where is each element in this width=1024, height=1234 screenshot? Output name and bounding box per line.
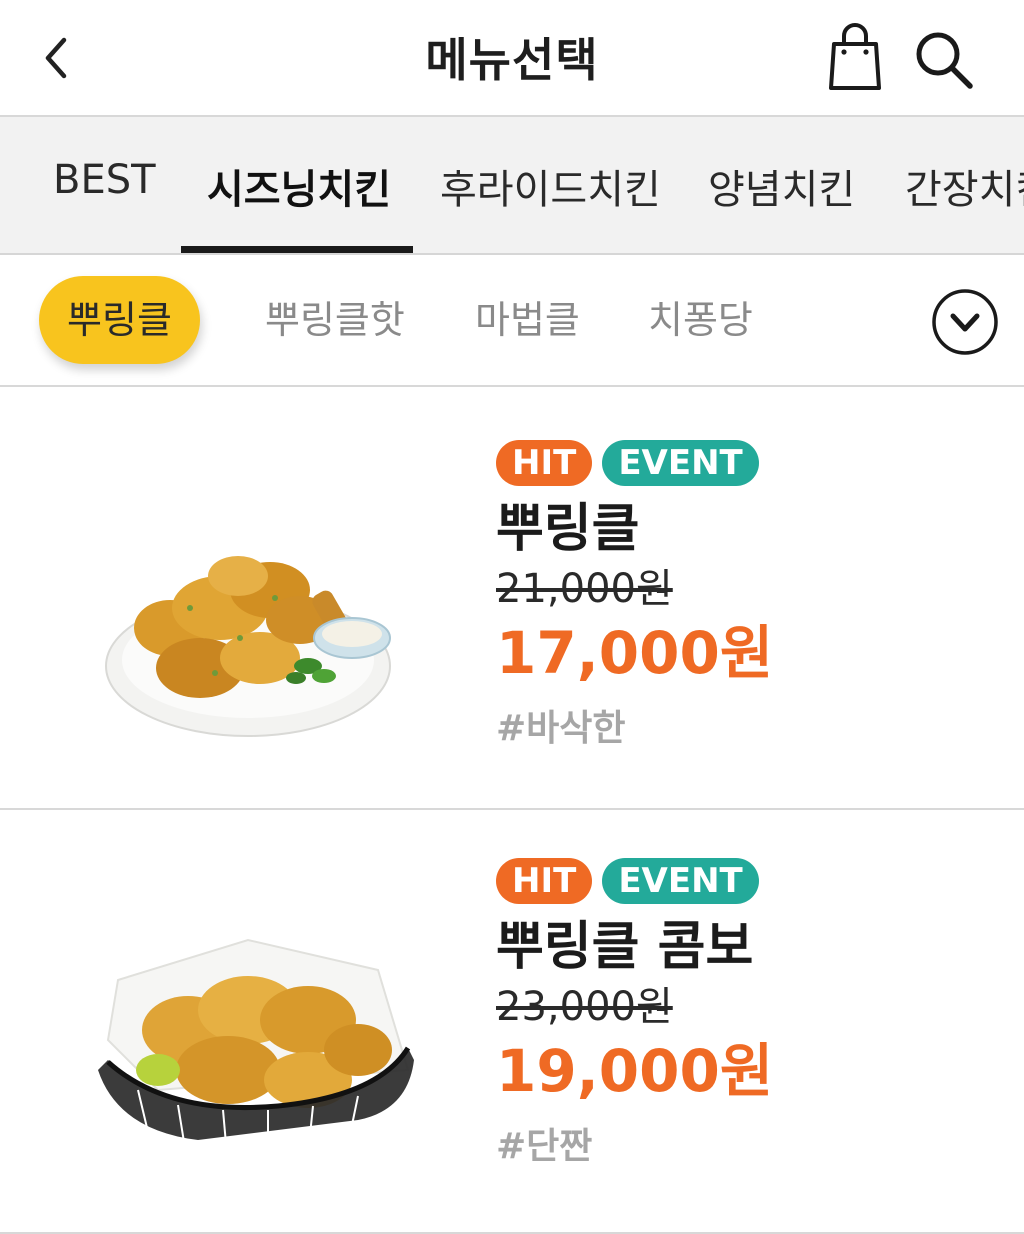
chevron-down-circle-icon: [932, 289, 998, 355]
original-price: 23,000원: [496, 984, 673, 1030]
sale-price: 17,000원: [496, 619, 774, 687]
product-card[interactable]: HIT EVENT 뿌링클 콤보 23,000원 19,000원 #단짠: [0, 812, 1024, 1234]
product-name: 뿌링클: [496, 499, 640, 559]
chip-chipongdang[interactable]: 치퐁당: [648, 276, 753, 364]
tab-yangnyeom-chicken[interactable]: 양념치킨: [708, 157, 855, 215]
tab-soy-chicken[interactable]: 간장치킨: [905, 157, 1024, 215]
event-badge: EVENT: [602, 858, 759, 904]
chip-puringkle-hot[interactable]: 뿌링클핫: [265, 276, 405, 364]
event-badge: EVENT: [602, 440, 759, 486]
cart-button[interactable]: [826, 22, 884, 94]
search-button[interactable]: [912, 28, 976, 92]
category-tab-bar: BEST 시즈닝치킨 후라이드치킨 양념치킨 간장치킨: [0, 117, 1024, 255]
chip-mabeopkle[interactable]: 마법클: [475, 276, 580, 364]
product-name: 뿌링클 콤보: [496, 917, 754, 977]
product-hashtag: #바삭한: [496, 708, 626, 749]
product-card[interactable]: HIT EVENT 뿌링클 21,000원 17,000원 #바삭한: [0, 388, 1024, 810]
expand-subcategories-button[interactable]: [931, 288, 999, 356]
hit-badge: HIT: [496, 440, 593, 486]
chicken-plate-image: [105, 556, 391, 737]
search-icon: [916, 32, 973, 89]
shopping-bag-icon: [829, 23, 881, 90]
chicken-basket-image: [98, 938, 414, 1145]
chip-puringkle[interactable]: 뿌링클: [39, 276, 200, 364]
hit-badge: HIT: [496, 858, 593, 904]
sale-price: 19,000원: [496, 1037, 774, 1105]
top-app-bar: 메뉴선택: [0, 0, 1024, 117]
tab-fried-chicken[interactable]: 후라이드치킨: [440, 157, 661, 215]
product-info: HIT EVENT 뿌링클 21,000원 17,000원 #바삭한: [496, 440, 1016, 754]
original-price: 21,000원: [496, 566, 673, 612]
tab-seasoning-chicken[interactable]: 시즈닝치킨: [207, 157, 391, 215]
product-hashtag: #단짠: [496, 1126, 593, 1167]
product-info: HIT EVENT 뿌링클 콤보 23,000원 19,000원 #단짠: [496, 858, 1016, 1172]
active-tab-indicator: [181, 246, 413, 253]
tab-best[interactable]: BEST: [53, 157, 156, 203]
subcategory-bar: 뿌링클 뿌링클핫 마법클 치퐁당: [0, 255, 1024, 387]
